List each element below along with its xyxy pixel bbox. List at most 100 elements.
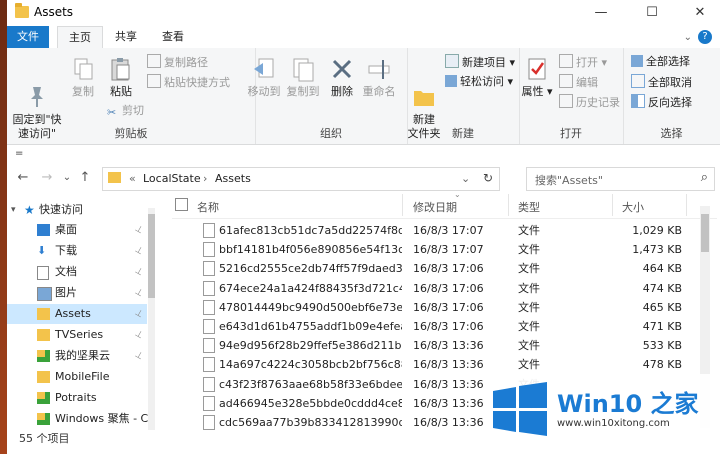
copy-to-label: 复制到: [286, 85, 320, 98]
properties-icon: [524, 56, 550, 82]
open-button[interactable]: 打开 ▾: [559, 54, 607, 70]
sidebar-item[interactable]: Potraits: [7, 388, 147, 408]
column-size[interactable]: 大小: [622, 199, 644, 215]
file-icon: [203, 280, 215, 296]
cell-name: ad466945e328e5bbde0cddd4ce85...: [219, 396, 402, 410]
pin-icon[interactable]: ⊥: [131, 282, 148, 303]
cell-type: 文件: [518, 300, 540, 314]
breadcrumb-localstate[interactable]: LocalState: [143, 172, 201, 185]
forward-arrow-icon[interactable]: →: [39, 170, 55, 186]
expand-ribbon-chevron-icon[interactable]: ⌄: [684, 32, 692, 43]
sidebar-item[interactable]: 文档 ⊥: [7, 262, 147, 282]
windows-logo-icon: [493, 382, 547, 436]
sidebar-item[interactable]: ⬇ 下载 ⊥: [7, 241, 147, 261]
file-icon: [203, 376, 215, 392]
column-divider[interactable]: [612, 194, 613, 216]
table-row[interactable]: 5216cd2555ce2db74ff57f9daed3c... 16/8/3 1…: [172, 258, 692, 279]
recent-locations-chevron-icon[interactable]: ⌄: [59, 170, 75, 186]
select-all-button[interactable]: 全部选择: [631, 54, 690, 70]
new-item-button[interactable]: 新建项目 ▾: [445, 54, 515, 70]
sidebar-item[interactable]: 图片 ⊥: [7, 283, 147, 303]
edit-button[interactable]: 编辑: [559, 74, 598, 90]
copy-to-button[interactable]: 复制到: [283, 56, 323, 99]
table-row[interactable]: 674ece24a1a424f88435f3d721c46... 16/8/3 1…: [172, 278, 692, 299]
select-none-icon: [631, 74, 645, 88]
cut-button[interactable]: ✂ 剪切: [107, 103, 144, 119]
watermark-url: www.win10xitong.com: [557, 418, 670, 429]
refresh-icon[interactable]: ↻: [483, 171, 493, 185]
select-all-checkbox[interactable]: [175, 198, 188, 211]
sidebar-item[interactable]: 我的坚果云 ⊥: [7, 346, 147, 366]
tab-home[interactable]: 主页: [57, 26, 103, 50]
column-divider[interactable]: [402, 194, 403, 216]
column-divider[interactable]: [508, 194, 509, 216]
paste-shortcut-button[interactable]: 粘贴快捷方式: [147, 74, 230, 90]
paste-button[interactable]: 粘贴: [101, 56, 141, 99]
nav-scrollbar-thumb[interactable]: [148, 214, 155, 298]
sidebar-item[interactable]: MobileFile: [7, 367, 147, 387]
back-arrow-icon[interactable]: ←: [15, 170, 31, 186]
delete-button[interactable]: 删除: [325, 56, 359, 99]
table-row[interactable]: 94e9d956f28b29ffef5e386d211b97... 16/8/3 …: [172, 335, 692, 356]
close-button[interactable]: ✕: [683, 0, 717, 26]
table-row[interactable]: e643d1d61b4755addf1b09e4efea... 16/8/3 17…: [172, 316, 692, 337]
pin-icon[interactable]: ⊥: [131, 303, 148, 324]
invert-selection-button[interactable]: 反向选择: [631, 94, 692, 110]
pin-icon[interactable]: ⊥: [131, 345, 148, 366]
history-button[interactable]: 历史记录: [559, 94, 620, 110]
address-box[interactable]: « LocalState › Assets ⌄ ↻: [102, 167, 500, 191]
nav-scrollbar[interactable]: [148, 208, 155, 430]
cell-name: 5216cd2555ce2db74ff57f9daed3c...: [219, 262, 402, 276]
sidebar-item[interactable]: 桌面 ⊥: [7, 220, 147, 240]
pin-icon[interactable]: ⊥: [131, 324, 148, 345]
column-modified[interactable]: 修改日期: [413, 199, 457, 215]
sidebar-item[interactable]: Assets ⊥: [7, 304, 147, 324]
breadcrumb-separator[interactable]: ›: [203, 172, 207, 185]
breadcrumb-assets[interactable]: Assets: [215, 172, 251, 185]
sidebar-item[interactable]: Windows 聚焦 - Co: [7, 409, 155, 429]
quick-access-toolbar[interactable]: =: [15, 148, 23, 159]
column-type[interactable]: 类型: [518, 199, 540, 215]
minimize-button[interactable]: —: [584, 0, 618, 26]
tab-file[interactable]: 文件: [7, 26, 49, 48]
cell-date: 16/8/3 13:36: [413, 358, 484, 372]
column-divider[interactable]: [686, 194, 687, 216]
search-icon[interactable]: ⌕: [701, 170, 708, 185]
cell-type: 文件: [518, 224, 540, 237]
table-row[interactable]: 14a697c4224c3058bcb2bf756c88f... 16/8/3 1…: [172, 354, 692, 375]
select-all-label: 全部选择: [646, 55, 690, 68]
breadcrumb-overflow[interactable]: «: [129, 172, 136, 185]
group-clipboard: 固定到"快 速访问" 复制 粘贴 复制路径 粘贴快捷方式 ✂ 剪切 剪贴板: [7, 48, 256, 144]
tab-share[interactable]: 共享: [107, 26, 145, 48]
table-row[interactable]: bbf14181b4f056e890856e54f13c5... 16/8/3 1…: [172, 239, 692, 260]
sidebar-item[interactable]: TVSeries ⊥: [7, 325, 147, 345]
rename-button[interactable]: 重命名: [359, 56, 399, 99]
edit-icon: [559, 74, 573, 88]
table-row[interactable]: 478014449bc9490d500ebf6e73eaa... 16/8/3 1…: [172, 297, 692, 318]
expand-chevron-icon[interactable]: ▾: [11, 200, 16, 220]
nutstore-icon: [37, 413, 50, 425]
table-row[interactable]: 61afec813cb51dc7a5dd22574f8df... 16/8/3 1…: [172, 220, 692, 241]
tab-view[interactable]: 查看: [153, 26, 193, 48]
list-scrollbar-thumb[interactable]: [701, 214, 709, 252]
select-none-button[interactable]: 全部取消: [631, 74, 692, 90]
cell-date: 16/8/3 17:07: [413, 243, 484, 257]
maximize-button[interactable]: ☐: [635, 0, 669, 26]
cell-size: 478 KB: [642, 358, 682, 372]
copy-button[interactable]: 复制: [65, 56, 101, 99]
move-to-button[interactable]: 移动到: [241, 56, 287, 99]
easy-access-button[interactable]: 轻松访问 ▾: [445, 74, 513, 90]
address-dropdown-chevron-icon[interactable]: ⌄: [461, 172, 470, 185]
copy-path-button[interactable]: 复制路径: [147, 54, 208, 70]
up-arrow-icon[interactable]: ↑: [77, 170, 93, 186]
ribbon-tabs: 文件 主页 共享 查看 ⌄ ?: [7, 26, 720, 50]
select-none-label: 全部取消: [648, 76, 692, 89]
column-name[interactable]: 名称: [197, 199, 219, 215]
cell-name: bbf14181b4f056e890856e54f13c5...: [219, 243, 402, 257]
pin-icon[interactable]: ⊥: [131, 219, 148, 240]
pin-icon[interactable]: ⊥: [131, 240, 148, 261]
properties-button[interactable]: 属性 ▾: [521, 56, 553, 99]
search-input[interactable]: 搜索"Assets" ⌕: [526, 167, 715, 191]
help-icon[interactable]: ?: [698, 30, 712, 44]
pin-icon[interactable]: ⊥: [131, 261, 148, 282]
